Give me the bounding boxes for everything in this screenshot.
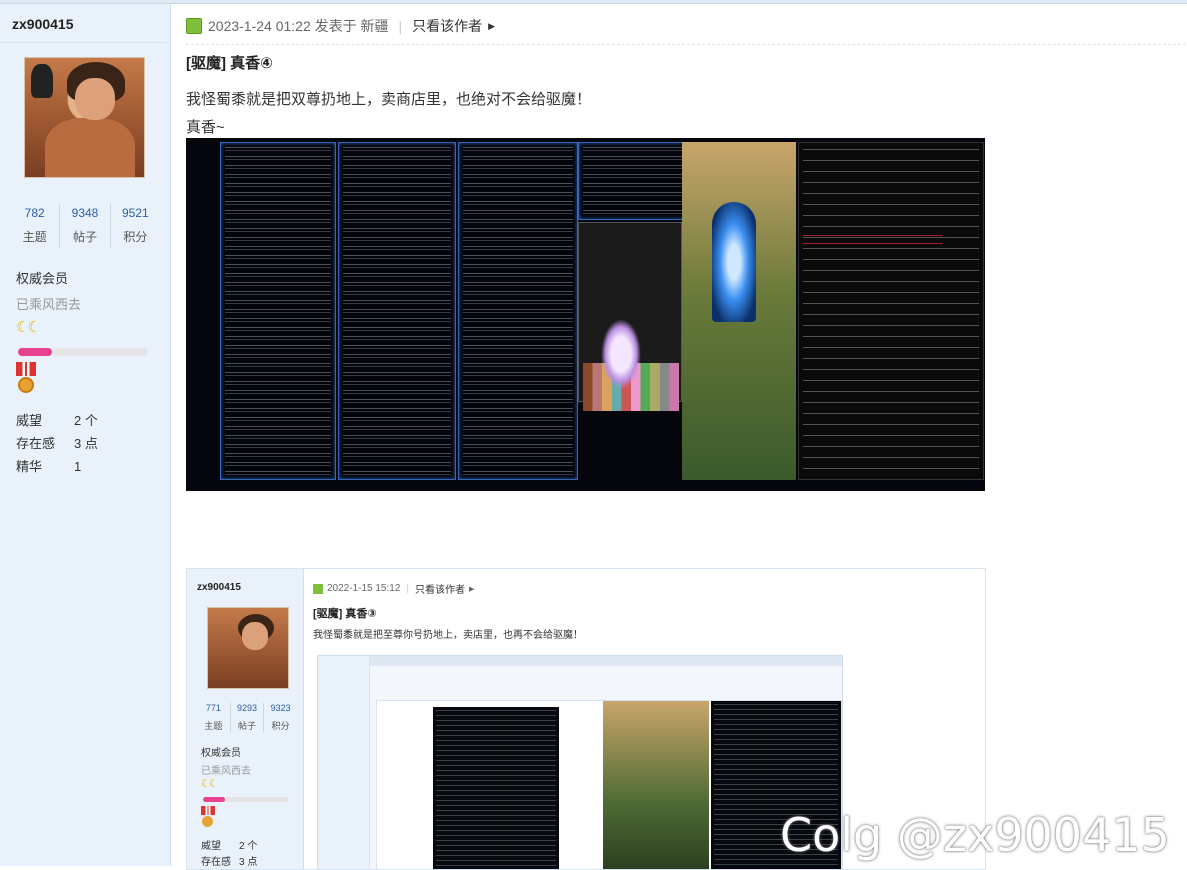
title-tooltip-panel — [578, 142, 696, 220]
post-title: [驱魔] 真香④ — [186, 55, 273, 72]
level-progress-bar — [18, 348, 148, 356]
embedded-sidebar: zx900415 771 主题 9293 帖子 9323 积分 权威会员 已乘风西去 … — [187, 569, 304, 869]
author-only-link[interactable]: 只看该作者 — [412, 16, 482, 36]
chat-log-panel — [798, 142, 984, 480]
prop-presence: 存在感 3 点 — [16, 436, 98, 451]
stat-topics[interactable]: 782 主题 — [10, 204, 61, 248]
embedded-group: 已乘风西去 — [201, 766, 251, 777]
item-tooltip-panel — [458, 142, 578, 480]
online-status-icon — [186, 18, 202, 34]
post-text-line: 我怪蜀黍就是把双尊扔地上，卖商店里，也绝对不会给驱魔！ — [186, 91, 592, 108]
stat-points[interactable]: 9521 积分 — [111, 204, 160, 248]
game-scene — [682, 142, 796, 480]
skill-list-panel — [338, 142, 456, 480]
embedded-author-only: 只看该作者 — [415, 585, 466, 596]
author-stats: 782 主题 9348 帖子 9521 积分 — [10, 204, 160, 248]
inventory-panel — [578, 222, 682, 411]
embedded-moon-icon: ☾☾ — [201, 778, 219, 790]
equipment-stats-panel — [220, 142, 336, 480]
author-username[interactable]: zx900415 — [12, 16, 74, 32]
embedded-username: zx900415 — [197, 582, 241, 593]
embedded-date: 2022-1-15 15:12 — [327, 583, 401, 594]
meta-divider — [186, 44, 1186, 45]
embedded-rank: 权威会员 — [201, 748, 241, 759]
user-group: 已乘风西去 — [16, 297, 82, 312]
embedded-stats: 771 主题 9293 帖子 9323 积分 — [197, 703, 297, 732]
post-content: 2023-1-24 01:22 发表于 新疆 | 只看该作者 ▶ [驱魔] 真香… — [172, 4, 1187, 870]
prop-digest: 精华 1 — [16, 459, 82, 474]
post-date: 2023-1-24 01:22 发表于 新疆 — [208, 18, 389, 34]
post-text-line: 真香~ — [186, 119, 225, 136]
sidebar-divider — [0, 42, 171, 43]
post-meta: 2023-1-24 01:22 发表于 新疆 | 只看该作者 ▶ — [186, 16, 495, 36]
meta-separator: | — [398, 18, 403, 34]
nested-post-screenshot — [317, 655, 843, 869]
medal-icon[interactable] — [16, 362, 36, 394]
avatar[interactable] — [24, 57, 145, 178]
prop-prestige: 威望 2 个 — [16, 413, 98, 428]
level-moon-icon: ☾☾ — [16, 319, 41, 336]
embedded-medal-icon — [201, 806, 215, 828]
caret-right-icon[interactable]: ▶ — [488, 21, 495, 32]
embedded-status-icon — [313, 583, 323, 594]
stat-posts[interactable]: 9348 帖子 — [60, 204, 111, 248]
game-screenshot-image[interactable] — [186, 138, 985, 491]
user-rank: 权威会员 — [16, 271, 69, 286]
embedded-prop: 威望 2 个 — [201, 841, 258, 852]
embedded-text: 我怪蜀黍就是把至尊你号扔地上，卖店里，也再不会给驱魔！ — [313, 630, 583, 641]
embedded-title: [驱魔] 真香③ — [313, 608, 377, 620]
embedded-meta: 2022-1-15 15:12 | 只看该作者 ▶ — [313, 581, 474, 596]
author-sidebar: zx900415 782 主题 9348 帖子 9521 积分 权威会员 已乘风… — [0, 4, 171, 866]
embedded-avatar — [207, 607, 289, 689]
embedded-caret-icon: ▶ — [469, 585, 475, 593]
embedded-progress-bar — [203, 797, 289, 802]
colg-watermark: Colg @zx900415 — [780, 808, 1170, 862]
